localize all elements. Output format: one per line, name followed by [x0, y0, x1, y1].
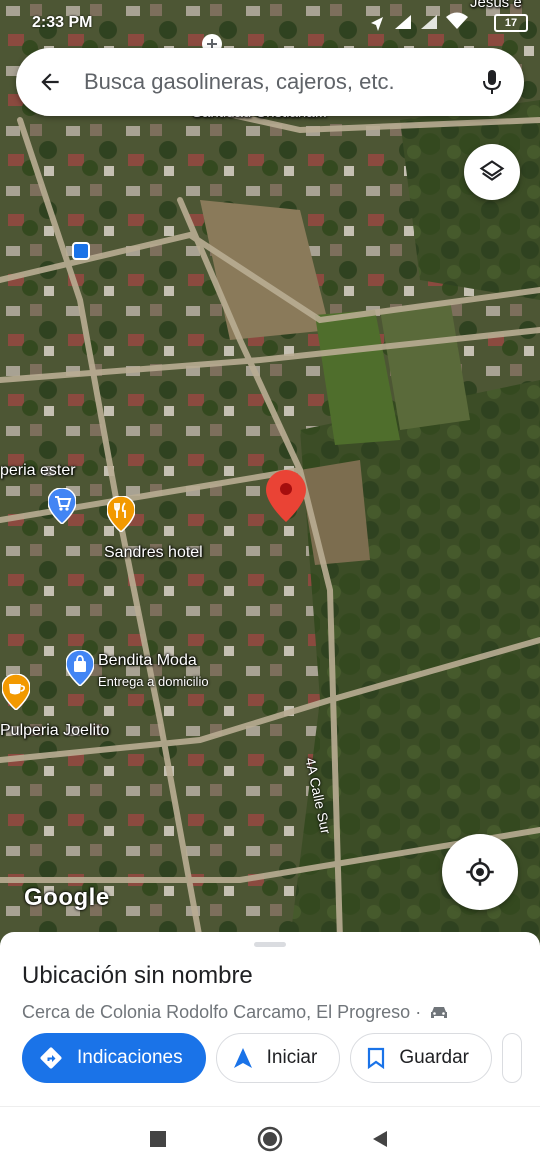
layers-button[interactable] — [464, 144, 520, 200]
action-buttons-row: Indicaciones Iniciar Guardar — [22, 1033, 523, 1083]
directions-label: Indicaciones — [77, 1047, 183, 1068]
back-nav-button[interactable] — [364, 1123, 396, 1155]
directions-button[interactable]: Indicaciones — [22, 1033, 206, 1083]
start-button[interactable]: Iniciar — [215, 1033, 341, 1083]
save-label: Guardar — [399, 1047, 470, 1068]
place-label-pulperia-ester[interactable]: peria ester — [0, 462, 76, 480]
sheet-drag-handle[interactable] — [254, 942, 286, 947]
restaurant-poi-icon[interactable] — [107, 496, 135, 532]
arrow-back-icon — [41, 73, 59, 91]
shopping-bag-poi-icon[interactable] — [66, 650, 94, 686]
back-button[interactable] — [16, 48, 84, 116]
satellite-map[interactable]: Santidad Cristiana... Jesús e peria este… — [0, 0, 540, 940]
place-label-bendita-moda[interactable]: Bendita Moda — [98, 652, 197, 670]
place-subtitle: Cerca de Colonia Rodolfo Carcamo, El Pro… — [22, 1002, 449, 1023]
place-label-bendita-moda-sub: Entrega a domicilio — [98, 674, 209, 689]
place-bottom-sheet[interactable]: Ubicación sin nombre Cerca de Colonia Ro… — [0, 932, 540, 1106]
directions-icon — [40, 1047, 62, 1069]
status-bar: 2:33 PM 17 — [0, 0, 540, 46]
place-title: Ubicación sin nombre — [22, 962, 253, 989]
my-location-button[interactable] — [442, 834, 518, 910]
share-button-partial[interactable] — [502, 1033, 523, 1083]
recents-button[interactable] — [142, 1123, 174, 1155]
navigation-arrow-icon — [233, 1048, 252, 1068]
place-label-sandres-hotel[interactable]: Sandres hotel — [104, 544, 203, 562]
my-location-icon — [466, 858, 494, 886]
status-time: 2:33 PM — [32, 14, 93, 31]
layers-icon — [479, 160, 505, 181]
place-subtitle-text: Cerca de Colonia Rodolfo Carcamo, El Pro… — [22, 1002, 422, 1022]
shopping-cart-poi-icon[interactable] — [48, 488, 76, 524]
battery-icon: 17 — [494, 14, 528, 32]
start-label: Iniciar — [266, 1047, 318, 1068]
search-input[interactable]: Busca gasolineras, cajeros, etc. — [84, 69, 460, 95]
bookmark-icon — [368, 1047, 385, 1069]
home-circle-icon — [257, 1126, 283, 1152]
signal-icon — [395, 15, 411, 29]
search-bar[interactable]: Busca gasolineras, cajeros, etc. — [16, 48, 524, 116]
location-icon — [371, 17, 383, 31]
back-triangle-icon — [373, 1131, 387, 1147]
home-button[interactable] — [254, 1123, 286, 1155]
cafe-poi-icon[interactable] — [2, 674, 30, 710]
car-icon — [431, 1006, 448, 1018]
mic-icon — [483, 70, 501, 94]
voice-search-button[interactable] — [460, 48, 524, 116]
wifi-icon — [446, 12, 468, 29]
save-button[interactable]: Guardar — [350, 1033, 493, 1083]
recents-square-icon — [150, 1131, 166, 1147]
place-label-pulperia-joelito[interactable]: Pulperia Joelito — [0, 722, 109, 740]
bus-stop-icon[interactable] — [72, 242, 90, 260]
google-logo: Google — [24, 884, 110, 911]
dropped-location-pin-icon[interactable] — [266, 470, 306, 522]
system-nav-bar — [0, 1106, 540, 1170]
signal-icon — [421, 15, 437, 29]
